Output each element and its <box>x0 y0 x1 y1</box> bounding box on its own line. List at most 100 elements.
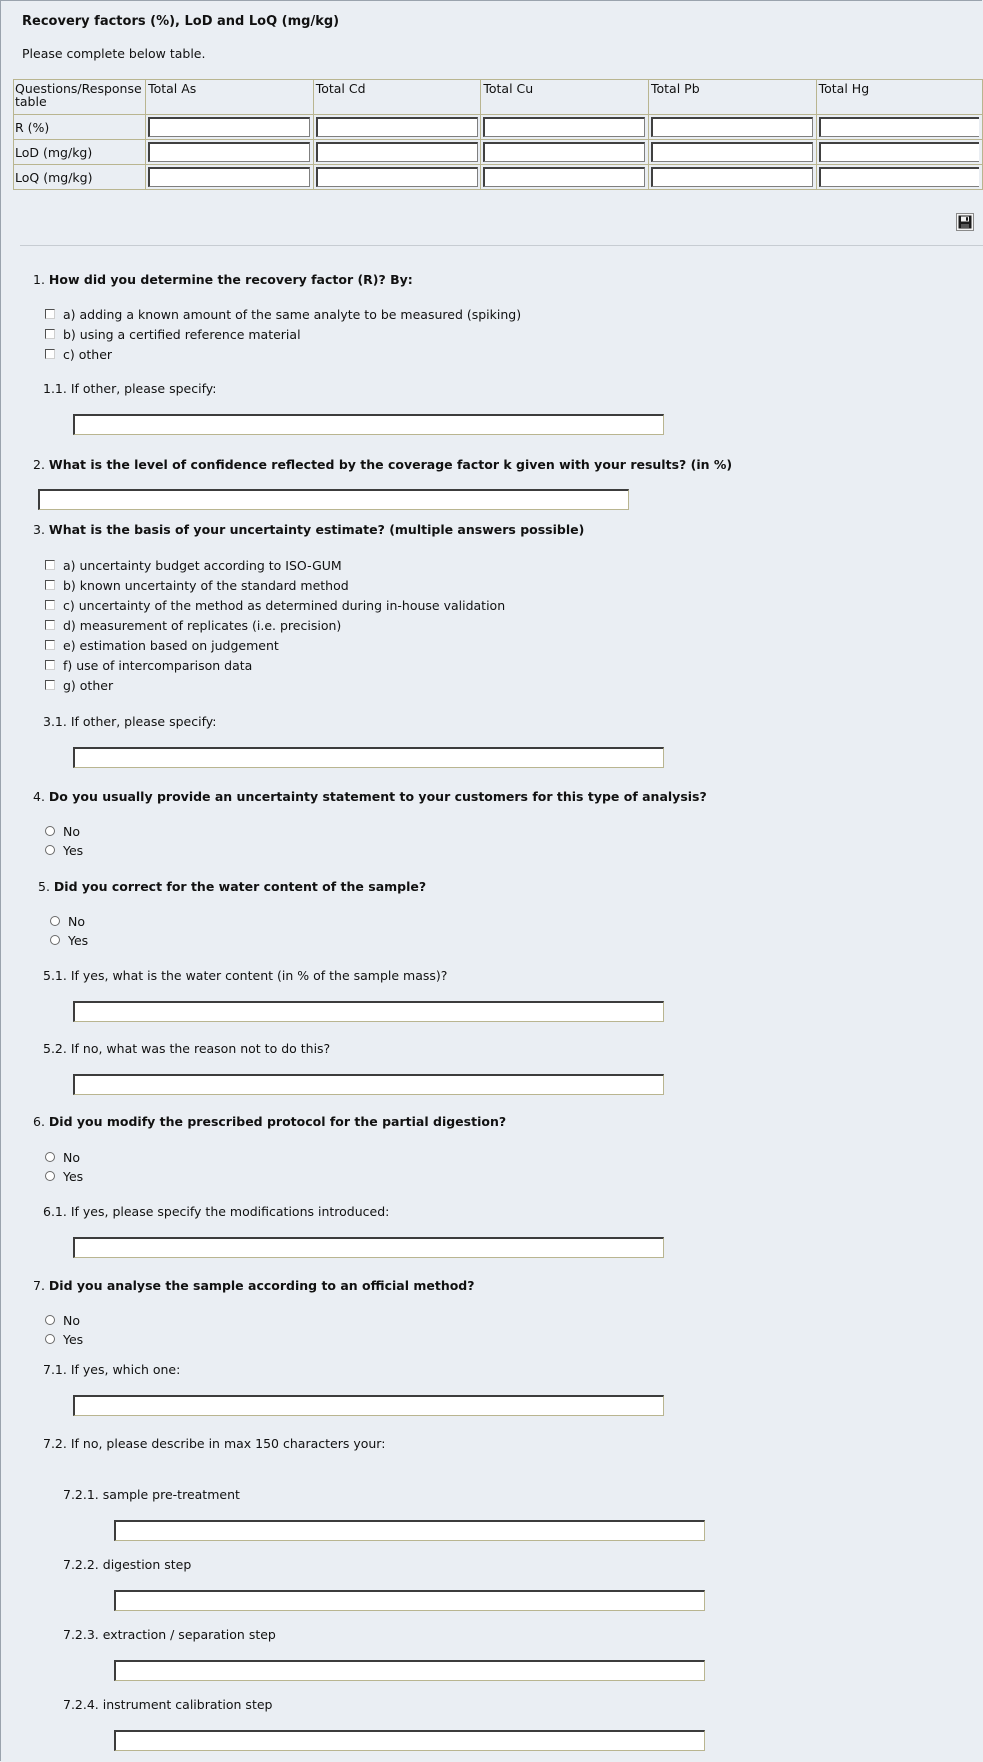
save-button[interactable] <box>956 213 974 231</box>
lod-total-hg-input[interactable] <box>818 142 979 162</box>
question-6: 6. Did you modify the prescribed protoco… <box>33 1114 507 1129</box>
q6-option-yes[interactable]: Yes <box>45 1169 83 1184</box>
radio[interactable] <box>45 1171 55 1181</box>
q5-reason-input[interactable] <box>73 1074 664 1095</box>
column-header: Total Cd <box>312 79 482 115</box>
table-row: R (%) <box>12 114 983 140</box>
q7-option-yes[interactable]: Yes <box>45 1332 83 1347</box>
question-3: 3. What is the basis of your uncertainty… <box>33 522 585 537</box>
question-1: 1. How did you determine the recovery fa… <box>33 272 413 287</box>
radio[interactable] <box>45 826 55 836</box>
question-7-2-1: 7.2.1. sample pre-treatment <box>63 1487 240 1502</box>
radio[interactable] <box>45 1315 55 1325</box>
q7-extraction-input[interactable] <box>114 1660 705 1681</box>
radio[interactable] <box>45 1334 55 1344</box>
r-total-pb-input[interactable] <box>650 117 813 137</box>
q5-option-no[interactable]: No <box>50 914 85 929</box>
r-total-as-input[interactable] <box>148 117 311 137</box>
column-header: Total Hg <box>815 79 983 115</box>
question-7-2-3: 7.2.3. extraction / separation step <box>63 1627 276 1642</box>
section-instruction: Please complete below table. <box>22 46 206 61</box>
row-label: LoD (mg/kg) <box>12 139 147 165</box>
response-table: Questions/Response table Total As Total … <box>12 79 983 190</box>
question-5: 5. Did you correct for the water content… <box>38 879 427 894</box>
lod-total-cd-input[interactable] <box>315 142 478 162</box>
checkbox[interactable] <box>45 620 55 630</box>
question-7: 7. Did you analyse the sample according … <box>33 1278 475 1293</box>
q5-water-content-input[interactable] <box>73 1001 664 1022</box>
loq-total-cd-input[interactable] <box>315 167 478 187</box>
row-label: LoQ (mg/kg) <box>12 164 147 190</box>
radio[interactable] <box>50 935 60 945</box>
q7-digestion-input[interactable] <box>114 1590 705 1611</box>
q3-option-f[interactable]: f) use of intercomparison data <box>45 658 252 673</box>
q6-modifications-input[interactable] <box>73 1237 664 1258</box>
loq-total-cu-input[interactable] <box>483 167 646 187</box>
question-5-2: 5.2. If no, what was the reason not to d… <box>43 1041 331 1056</box>
checkbox[interactable] <box>45 560 55 570</box>
question-6-1: 6.1. If yes, please specify the modifica… <box>43 1204 390 1219</box>
floppy-disk-icon <box>958 215 972 229</box>
checkbox[interactable] <box>45 680 55 690</box>
column-header: Total Cu <box>480 79 649 115</box>
q5-option-yes[interactable]: Yes <box>50 933 88 948</box>
checkbox[interactable] <box>45 660 55 670</box>
q1-option-c[interactable]: c) other <box>45 347 112 362</box>
question-7-2-4: 7.2.4. instrument calibration step <box>63 1697 273 1712</box>
q3-other-input[interactable] <box>73 747 664 768</box>
lod-total-pb-input[interactable] <box>650 142 813 162</box>
q7-official-method-input[interactable] <box>73 1395 664 1416</box>
question-5-1: 5.1. If yes, what is the water content (… <box>43 968 448 983</box>
q1-option-a[interactable]: a) adding a known amount of the same ana… <box>45 307 521 322</box>
column-header: Total Pb <box>647 79 817 115</box>
radio[interactable] <box>45 845 55 855</box>
row-label: R (%) <box>12 114 147 140</box>
question-2: 2. What is the level of confidence refle… <box>33 457 733 472</box>
question-7-1: 7.1. If yes, which one: <box>43 1362 181 1377</box>
question-7-2-2: 7.2.2. digestion step <box>63 1557 192 1572</box>
q3-option-b[interactable]: b) known uncertainty of the standard met… <box>45 578 349 593</box>
r-total-hg-input[interactable] <box>818 117 979 137</box>
table-corner-label: Questions/Response table <box>12 79 147 115</box>
table-header-row: Questions/Response table Total As Total … <box>12 79 983 115</box>
table-row: LoQ (mg/kg) <box>12 164 983 190</box>
loq-total-as-input[interactable] <box>148 167 311 187</box>
loq-total-pb-input[interactable] <box>650 167 813 187</box>
q6-option-no[interactable]: No <box>45 1150 80 1165</box>
column-header: Total As <box>145 79 314 115</box>
question-text: How did you determine the recovery facto… <box>48 272 413 287</box>
question-7-2: 7.2. If no, please describe in max 150 c… <box>43 1436 386 1451</box>
checkbox[interactable] <box>45 349 55 359</box>
q7-calibration-input[interactable] <box>114 1730 705 1751</box>
question-number: 1. <box>33 272 45 287</box>
radio[interactable] <box>50 916 60 926</box>
question-3-1: 3.1. If other, please specify: <box>43 714 217 729</box>
q3-option-g[interactable]: g) other <box>45 678 113 693</box>
checkbox[interactable] <box>45 640 55 650</box>
q3-option-a[interactable]: a) uncertainty budget according to ISO-G… <box>45 558 342 573</box>
loq-total-hg-input[interactable] <box>818 167 979 187</box>
section-divider <box>20 245 983 246</box>
q3-option-e[interactable]: e) estimation based on judgement <box>45 638 279 653</box>
r-total-cd-input[interactable] <box>315 117 478 137</box>
q3-option-d[interactable]: d) measurement of replicates (i.e. preci… <box>45 618 341 633</box>
q3-option-c[interactable]: c) uncertainty of the method as determin… <box>45 598 505 613</box>
q4-option-no[interactable]: No <box>45 824 80 839</box>
lod-total-as-input[interactable] <box>148 142 311 162</box>
q7-pretreatment-input[interactable] <box>114 1520 705 1541</box>
lod-total-cu-input[interactable] <box>483 142 646 162</box>
radio[interactable] <box>45 1152 55 1162</box>
question-4: 4. Do you usually provide an uncertainty… <box>33 789 707 804</box>
checkbox[interactable] <box>45 309 55 319</box>
q2-confidence-input[interactable] <box>38 489 629 510</box>
q1-other-input[interactable] <box>73 414 664 435</box>
table-row: LoD (mg/kg) <box>12 139 983 165</box>
checkbox[interactable] <box>45 600 55 610</box>
r-total-cu-input[interactable] <box>483 117 646 137</box>
checkbox[interactable] <box>45 329 55 339</box>
q4-option-yes[interactable]: Yes <box>45 843 83 858</box>
checkbox[interactable] <box>45 580 55 590</box>
section-title: Recovery factors (%), LoD and LoQ (mg/kg… <box>22 14 340 29</box>
q7-option-no[interactable]: No <box>45 1313 80 1328</box>
q1-option-b[interactable]: b) using a certified reference material <box>45 327 301 342</box>
